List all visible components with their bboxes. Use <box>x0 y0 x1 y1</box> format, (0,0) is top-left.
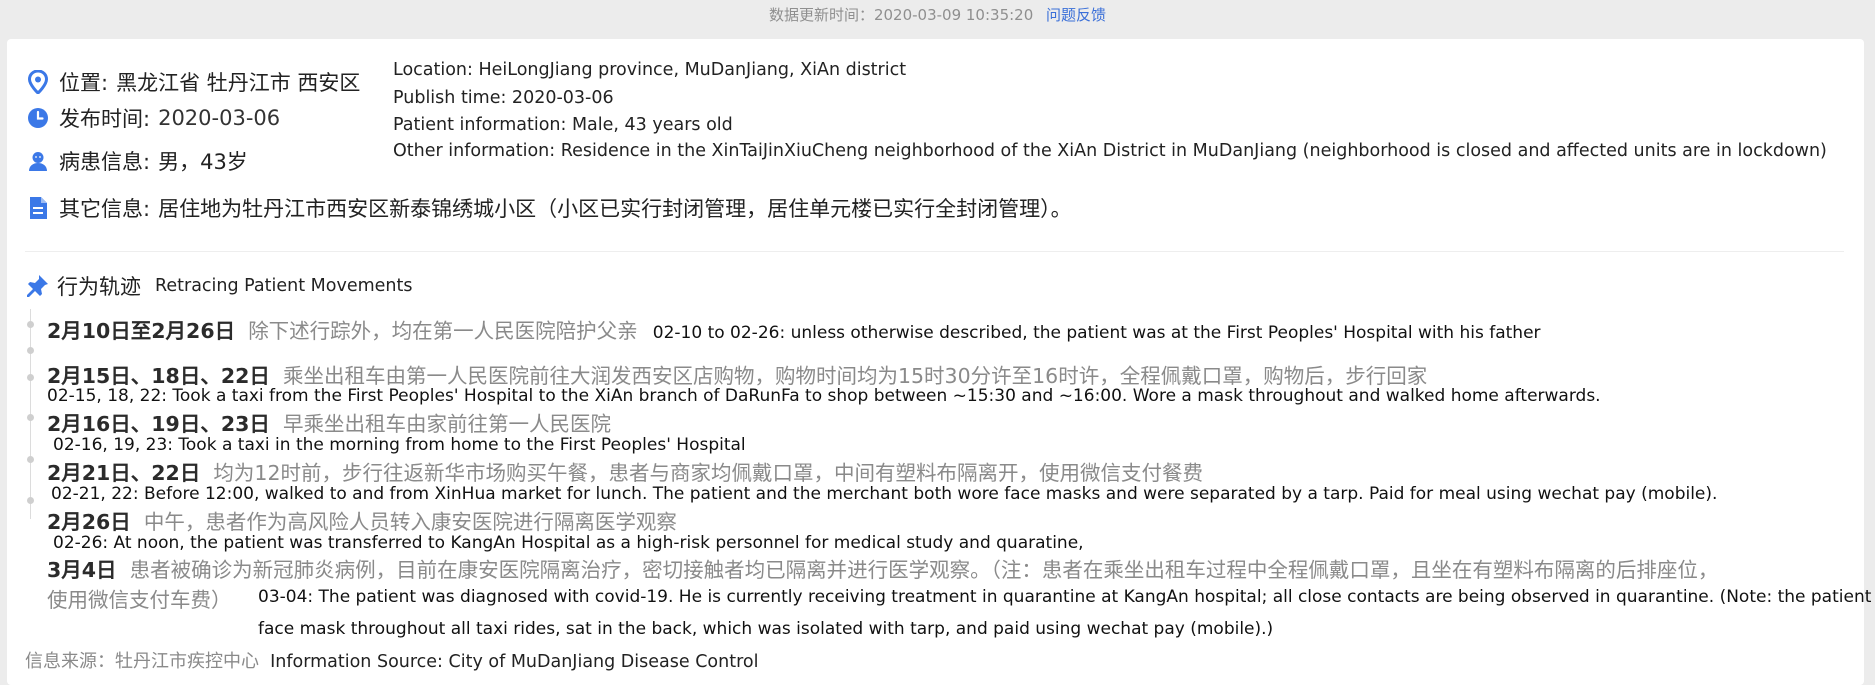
entry-desc-zh: 患者被确诊为新冠肺炎病例，目前在康安医院隔离治疗，密切接触者均已隔离并进行医学观… <box>129 558 1719 582</box>
publish-en: Publish time: 2020-03-06 <box>393 88 614 108</box>
entry-date: 2月16日、19日、23日 <box>47 412 270 436</box>
entry-date: 2月26日 <box>47 510 131 534</box>
entry-desc-en: 02-21, 22: Before 12:00, walked to and f… <box>51 484 1718 504</box>
timeline-dot <box>27 374 34 381</box>
section-divider <box>25 251 1844 252</box>
entry-desc-zh: 早乘坐出租车由家前往第一人民医院 <box>282 412 611 436</box>
timeline-dot <box>27 414 34 421</box>
entry-desc-zh: 中午，患者作为高风险人员转入康安医院进行隔离医学观察 <box>143 510 677 534</box>
document-icon <box>25 195 51 221</box>
patient-row: 病患信息: 男，43岁 <box>25 146 248 176</box>
timeline-dot <box>27 497 34 504</box>
timeline-dot <box>27 321 34 328</box>
entry-date: 3月4日 <box>47 558 117 582</box>
entry-date: 2月10日至2月26日 <box>47 319 236 343</box>
publish-value: 2020-03-06 <box>158 106 281 130</box>
location-pin-icon <box>25 69 51 95</box>
location-value: 黑龙江省 牡丹江市 西安区 <box>116 71 361 95</box>
publish-label: 发布时间: <box>59 107 151 131</box>
entry-date: 2月15日、18日、22日 <box>47 364 270 388</box>
entry-desc-en: 02-10 to 02-26: unless otherwise describ… <box>652 323 1541 343</box>
entry-desc-en: 03-04: The patient was diagnosed with co… <box>258 587 1875 607</box>
patient-en: Patient information: Male, 43 years old <box>393 115 733 135</box>
other-en: Other information: Residence in the XinT… <box>393 141 1827 161</box>
movements-header: 行为轨迹 Retracing Patient Movements <box>25 271 412 301</box>
source-en: Information Source: City of MuDanJiang D… <box>270 652 759 672</box>
timeline-entry: 2月15日、18日、22日 乘坐出租车由第一人民医院前往大润发西安区店购物，购物… <box>47 359 1427 389</box>
entry-desc-en: 02-15, 18, 22: Took a taxi from the Firs… <box>47 386 1601 406</box>
entry-desc-en: 02-16, 19, 23: Took a taxi in the mornin… <box>53 435 746 455</box>
entry-desc-zh: 乘坐出租车由第一人民医院前往大润发西安区店购物，购物时间均为15时30分许至16… <box>282 364 1428 388</box>
other-value: 居住地为牡丹江市西安区新泰锦绣城小区（小区已实行封闭管理，居住单元楼已实行全封闭… <box>158 197 1072 221</box>
movements-title-en: Retracing Patient Movements <box>155 276 413 296</box>
patient-value: 男，43岁 <box>158 150 248 174</box>
entry-desc-zh: 除下述行踪外，均在第一人民医院陪护父亲 <box>248 319 638 343</box>
location-row: 位置: 黑龙江省 牡丹江市 西安区 <box>25 67 360 97</box>
entry-desc-en: 02-26: At noon, the patient was transfer… <box>53 533 1084 553</box>
person-icon <box>25 148 51 174</box>
case-card: 位置: 黑龙江省 牡丹江市 西安区 发布时间: 2020-03-06 病患信息:… <box>7 39 1875 685</box>
info-source: 信息来源：牡丹江市疾控中心 Information Source: City o… <box>25 647 758 673</box>
timeline-entry: 2月26日 中午，患者作为高风险人员转入康安医院进行隔离医学观察 <box>47 505 677 535</box>
location-label: 位置: <box>59 71 109 95</box>
timeline-entry: 2月10日至2月26日 除下述行踪外，均在第一人民医院陪护父亲 02-10 to… <box>47 314 1541 344</box>
source-zh: 信息来源：牡丹江市疾控中心 <box>25 651 259 672</box>
entry-date: 2月21日、22日 <box>47 461 201 485</box>
entry-desc-zh-cont: 使用微信支付车费） <box>47 588 232 612</box>
movements-title-zh: 行为轨迹 <box>57 275 141 299</box>
pushpin-icon <box>25 274 49 298</box>
update-time: 数据更新时间：2020-03-09 10:35:20 <box>768 6 1034 24</box>
publish-row: 发布时间: 2020-03-06 <box>25 103 280 133</box>
entry-desc-zh: 均为12时前，步行往返新华市场购买午餐，患者与商家均佩戴口罩，中间有塑料布隔离开… <box>213 461 1204 485</box>
timeline-dot <box>27 456 34 463</box>
update-bar: 数据更新时间：2020-03-09 10:35:20 问题反馈 <box>0 0 1875 30</box>
feedback-link[interactable]: 问题反馈 <box>1046 6 1106 24</box>
patient-label: 病患信息: <box>59 150 151 174</box>
timeline-entry: 3月4日 患者被确诊为新冠肺炎病例，目前在康安医院隔离治疗，密切接触者均已隔离并… <box>47 553 1718 583</box>
timeline-entry: 2月16日、19日、23日 早乘坐出租车由家前往第一人民医院 <box>47 407 611 437</box>
clock-icon <box>25 105 51 131</box>
location-en: Location: HeiLongJiang province, MuDanJi… <box>393 60 907 80</box>
entry-desc-en-cont: face mask throughout all taxi rides, sat… <box>258 619 1274 639</box>
timeline-dot <box>27 347 34 354</box>
timeline-entry: 2月21日、22日 均为12时前，步行往返新华市场购买午餐，患者与商家均佩戴口罩… <box>47 456 1203 486</box>
other-label: 其它信息: <box>59 197 151 221</box>
other-row: 其它信息: 居住地为牡丹江市西安区新泰锦绣城小区（小区已实行封闭管理，居住单元楼… <box>25 193 1072 223</box>
